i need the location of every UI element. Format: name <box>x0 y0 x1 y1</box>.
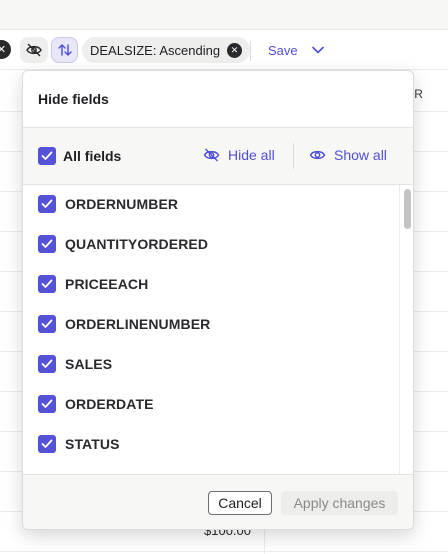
field-item[interactable]: ORDERNUMBER <box>38 195 178 213</box>
field-item[interactable]: STATUS <box>38 435 120 453</box>
checkbox-checked-icon <box>38 275 56 293</box>
field-item[interactable]: PRICEEACH <box>38 275 148 293</box>
checkbox-checked-icon <box>38 315 56 333</box>
field-label: PRICEEACH <box>65 276 149 292</box>
all-fields-row: All fields Hide all Show all <box>23 128 413 185</box>
all-fields-checkbox[interactable]: All fields <box>38 147 121 165</box>
sort-arrows-icon <box>57 44 72 56</box>
toolbar-divider <box>250 41 251 61</box>
field-list: ORDERNUMBER QUANTITYORDERED PRICEEACH OR… <box>23 185 413 474</box>
field-item[interactable]: ORDERLINENUMBER <box>38 315 210 333</box>
toolbar: ✕ DEALSIZE: Ascending ✕ Save <box>0 30 448 70</box>
popover-footer: Cancel Apply changes <box>23 474 413 529</box>
show-all-label: Show all <box>334 147 387 163</box>
eye-off-icon <box>26 43 42 57</box>
sort-chip[interactable]: DEALSIZE: Ascending ✕ <box>82 37 251 63</box>
field-item[interactable]: SALES <box>38 355 112 373</box>
all-fields-label: All fields <box>63 148 122 164</box>
scrollbar[interactable] <box>399 185 413 474</box>
field-label: ORDERNUMBER <box>65 196 179 212</box>
checkbox-checked-icon <box>38 195 56 213</box>
remove-filter-icon[interactable]: ✕ <box>0 40 11 59</box>
field-label: STATUS <box>65 436 120 452</box>
action-divider <box>293 143 294 169</box>
eye-off-icon <box>203 148 220 162</box>
sort-chip-label: DEALSIZE: Ascending <box>90 42 221 58</box>
field-label: QUANTITYORDERED <box>65 236 209 252</box>
popover-header: Hide fields <box>23 71 413 128</box>
checkbox-checked-icon <box>38 147 56 165</box>
chevron-down-icon <box>311 46 324 54</box>
cancel-button[interactable]: Cancel <box>208 491 272 515</box>
eye-icon <box>309 150 326 160</box>
remove-sort-icon[interactable]: ✕ <box>227 42 243 58</box>
hide-all-label: Hide all <box>228 147 275 163</box>
apply-changes-button[interactable]: Apply changes <box>281 491 398 515</box>
hide-fields-popover: Hide fields All fields Hide all Show all <box>22 70 414 530</box>
field-label: ORDERLINENUMBER <box>65 316 211 332</box>
checkbox-checked-icon <box>38 435 56 453</box>
field-item[interactable]: QUANTITYORDERED <box>38 235 208 253</box>
hide-all-button[interactable]: Hide all <box>203 147 275 163</box>
top-strip <box>0 0 448 30</box>
sort-button[interactable] <box>51 37 78 63</box>
checkbox-checked-icon <box>38 235 56 253</box>
save-button[interactable]: Save <box>268 39 324 61</box>
field-label: ORDERDATE <box>65 396 154 412</box>
scrollbar-thumb[interactable] <box>404 189 411 229</box>
popover-title: Hide fields <box>38 91 109 107</box>
checkbox-checked-icon <box>38 355 56 373</box>
hide-fields-button[interactable] <box>20 37 48 63</box>
show-all-button[interactable]: Show all <box>309 147 387 163</box>
save-label: Save <box>268 42 298 58</box>
field-item[interactable]: ORDERDATE <box>38 395 154 413</box>
checkbox-checked-icon <box>38 395 56 413</box>
field-label: SALES <box>65 356 113 372</box>
